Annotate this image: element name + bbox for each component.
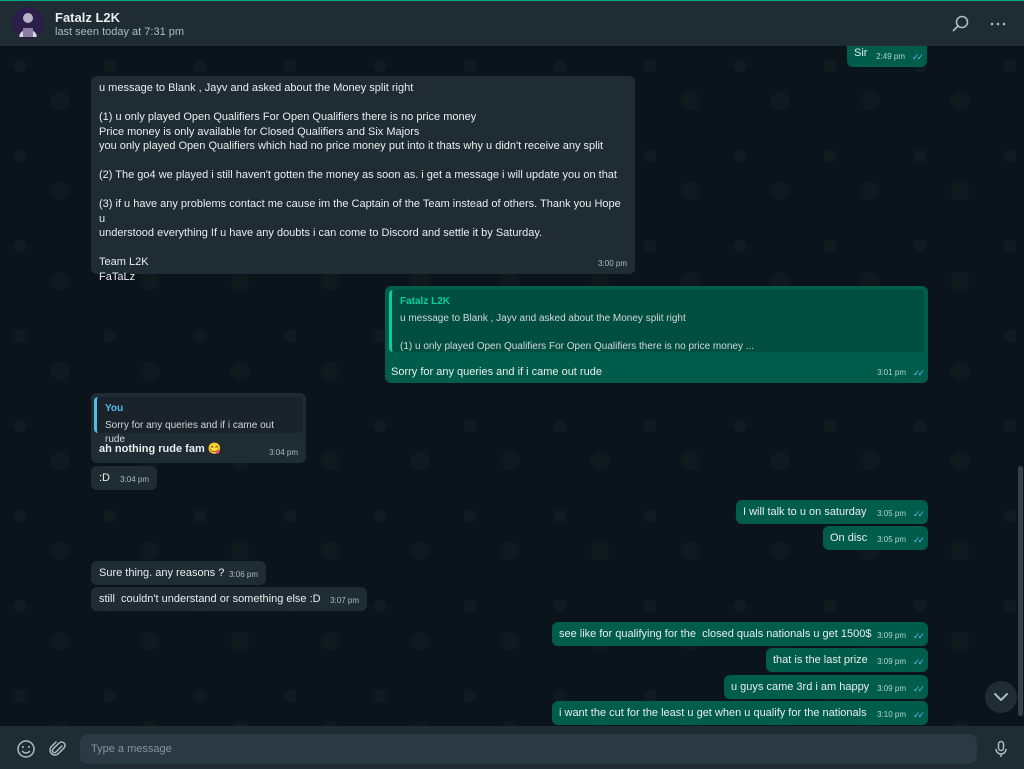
chevron-down-icon <box>994 693 1008 701</box>
message-text: ah nothing rude fam <box>99 443 205 455</box>
read-ticks-icon: ✓✓ <box>912 630 925 641</box>
search-icon[interactable] <box>950 13 972 35</box>
message-time: 3:06 pm <box>229 569 258 579</box>
message-bubble-outgoing[interactable]: Fatalz L2K u message to Blank , Jayv and… <box>385 286 928 383</box>
menu-icon[interactable] <box>987 13 1009 35</box>
message-text: Sure thing. any reasons ? <box>99 567 225 579</box>
message-bubble-outgoing[interactable]: Sir 2:49 pm ✓✓ <box>847 46 927 67</box>
message-text: On disc <box>830 532 868 544</box>
message-time: 2:49 pm <box>876 51 905 61</box>
contact-name[interactable]: Fatalz L2K <box>55 10 120 25</box>
message-text: see like for qualifying for the closed q… <box>559 628 872 640</box>
message-bubble-outgoing[interactable]: On disc 3:05 pm ✓✓ <box>823 526 928 550</box>
message-text: u message to Blank , Jayv and asked abou… <box>99 82 621 283</box>
emoji-face-icon: 😋 <box>207 443 222 455</box>
message-time: 3:07 pm <box>330 595 359 605</box>
message-bubble-incoming[interactable]: u message to Blank , Jayv and asked abou… <box>91 76 635 283</box>
attach-icon[interactable] <box>48 739 68 759</box>
read-ticks-icon: ✓✓ <box>912 683 925 694</box>
message-text: i want the cut for the least u get when … <box>559 707 867 719</box>
emoji-icon[interactable] <box>16 739 36 759</box>
message-time: 3:05 pm <box>877 508 906 518</box>
message-text: that is the last prize <box>773 654 868 666</box>
message-bubble-incoming[interactable]: You Sorry for any queries and if i came … <box>91 393 306 463</box>
composer-bar <box>0 726 1024 769</box>
scroll-to-bottom-button[interactable] <box>985 681 1017 713</box>
quoted-author: Fatalz L2K <box>400 296 451 307</box>
message-text: u guys came 3rd i am happy <box>731 681 870 693</box>
message-text: :D <box>99 472 110 484</box>
message-time: 3:01 pm <box>877 367 906 377</box>
message-bubble-outgoing[interactable]: u guys came 3rd i am happy 3:09 pm ✓✓ <box>724 675 928 699</box>
scrollbar[interactable] <box>1018 466 1023 716</box>
read-ticks-icon: ✓✓ <box>912 656 925 667</box>
message-time: 3:05 pm <box>877 534 906 544</box>
message-text: Sorry for any queries and if i came out … <box>391 366 602 378</box>
read-ticks-icon: ✓✓ <box>912 534 925 545</box>
read-ticks-icon: ✓✓ <box>911 51 924 62</box>
message-text: Sir <box>854 47 868 59</box>
message-time: 3:09 pm <box>877 630 906 640</box>
read-ticks-icon: ✓✓ <box>912 709 925 720</box>
quoted-text: u message to Blank , Jayv and asked abou… <box>400 312 755 352</box>
message-text: still couldn't understand or something e… <box>99 593 321 605</box>
avatar-image <box>12 7 44 39</box>
message-time: 3:10 pm <box>877 709 906 719</box>
quoted-message[interactable]: Fatalz L2K u message to Blank , Jayv and… <box>389 290 924 352</box>
message-bubble-outgoing[interactable]: i want the cut for the least u get when … <box>552 701 928 725</box>
message-time: 3:09 pm <box>877 683 906 693</box>
avatar[interactable] <box>12 7 44 39</box>
quoted-message[interactable]: You Sorry for any queries and if i came … <box>94 397 303 445</box>
message-content: ah nothing rude fam 😋 <box>99 442 222 457</box>
message-text: I will talk to u on saturday <box>743 506 867 518</box>
read-ticks-icon: ✓✓ <box>912 367 925 378</box>
message-list[interactable]: Sir 2:49 pm ✓✓ u message to Blank , Jayv… <box>0 46 1024 726</box>
message-bubble-outgoing[interactable]: that is the last prize 3:09 pm ✓✓ <box>766 648 928 672</box>
message-bubble-incoming[interactable]: still couldn't understand or something e… <box>91 587 367 611</box>
message-bubble-incoming[interactable]: :D 3:04 pm <box>91 466 157 490</box>
last-seen-status: last seen today at 7:31 pm <box>55 26 185 38</box>
message-time: 3:00 pm <box>598 258 627 268</box>
read-ticks-icon: ✓✓ <box>912 508 925 519</box>
message-bubble-incoming[interactable]: Sure thing. any reasons ? 3:06 pm <box>91 561 266 585</box>
chat-header[interactable]: Fatalz L2K last seen today at 7:31 pm <box>0 1 1024 46</box>
message-bubble-outgoing[interactable]: I will talk to u on saturday 3:05 pm ✓✓ <box>736 500 928 524</box>
quoted-author: You <box>105 403 124 414</box>
message-input[interactable] <box>80 734 977 764</box>
message-time: 3:04 pm <box>269 447 298 457</box>
mic-icon[interactable] <box>991 739 1011 759</box>
message-time: 3:09 pm <box>877 656 906 666</box>
message-bubble-outgoing[interactable]: see like for qualifying for the closed q… <box>552 622 928 646</box>
message-time: 3:04 pm <box>120 474 149 484</box>
